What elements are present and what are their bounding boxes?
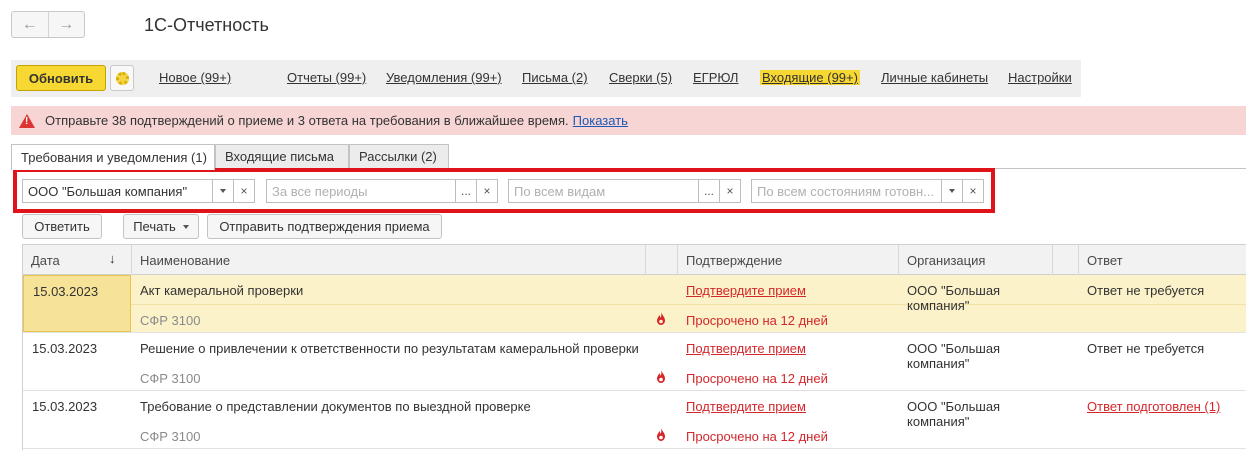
reply-button[interactable]: Ответить	[22, 214, 102, 239]
link-egrul[interactable]: ЕГРЮЛ	[693, 70, 738, 85]
fire-icon	[657, 428, 665, 441]
column-confirmation[interactable]: Подтверждение	[678, 245, 899, 275]
row-answer: Ответ не требуется	[1087, 341, 1205, 356]
column-extra	[1053, 245, 1079, 275]
overdue-status: Просрочено на 12 дней	[686, 313, 828, 328]
column-organization[interactable]: Организация	[899, 245, 1053, 275]
column-answer[interactable]: Ответ	[1079, 245, 1246, 275]
row-name: Решение о привлечении к ответственности …	[140, 341, 639, 356]
confirm-receipt-link[interactable]: Подтвердите прием	[686, 283, 806, 298]
link-settings[interactable]: Настройки	[1008, 70, 1072, 85]
state-dropdown-button[interactable]	[941, 179, 963, 203]
arrow-right-icon: →	[58, 15, 75, 33]
column-name[interactable]: Наименование	[132, 245, 646, 275]
row-sender: СФР 3100	[140, 429, 201, 444]
row-name: Требование о представлении документов по…	[140, 399, 531, 414]
close-icon: ×	[969, 184, 977, 198]
warning-icon	[19, 113, 35, 128]
close-icon: ×	[483, 184, 491, 198]
settings-button[interactable]	[110, 65, 134, 91]
overdue-status: Просрочено на 12 дней	[686, 371, 828, 386]
column-date[interactable]: Дата ↓	[23, 245, 132, 275]
link-reconciliations[interactable]: Сверки (5)	[609, 70, 672, 85]
gear-icon	[115, 71, 129, 85]
tab-requirements[interactable]: Требования и уведомления (1)	[11, 144, 215, 170]
organization-dropdown-button[interactable]	[212, 179, 234, 203]
table-row[interactable]: 15.03.2023 Решение о привлечении к ответ…	[23, 333, 1246, 391]
row-date: 15.03.2023	[23, 275, 131, 332]
requirements-table: Дата ↓ Наименование Подтверждение Органи…	[22, 244, 1246, 450]
print-button[interactable]: Печать	[123, 214, 199, 239]
link-letters[interactable]: Письма (2)	[522, 70, 588, 85]
table-row[interactable]: 15.03.2023 Требование о представлении до…	[23, 391, 1246, 449]
state-clear-button[interactable]: ×	[962, 179, 984, 203]
row-sender: СФР 3100	[140, 371, 201, 386]
tab-mailings[interactable]: Рассылки (2)	[349, 144, 449, 168]
row-organization: ООО "Большая компания"	[907, 399, 1001, 429]
update-button[interactable]: Обновить	[16, 65, 106, 91]
row-name: Акт камеральной проверки	[140, 283, 304, 298]
column-date-label: Дата	[31, 252, 60, 268]
table-row[interactable]: 15.03.2023 Акт камеральной проверки СФР …	[23, 275, 1246, 333]
fire-icon	[657, 370, 665, 383]
period-select-button[interactable]: ...	[455, 179, 477, 203]
type-clear-button[interactable]: ×	[719, 179, 741, 203]
fire-icon	[657, 312, 665, 325]
overdue-status: Просрочено на 12 дней	[686, 429, 828, 444]
back-button[interactable]: ←	[12, 12, 48, 37]
row-organization: ООО "Большая компания"	[907, 341, 1001, 371]
chevron-down-icon	[949, 189, 955, 193]
chevron-down-icon	[220, 189, 226, 193]
row-date: 15.03.2023	[32, 399, 98, 414]
row-date: 15.03.2023	[32, 341, 98, 356]
state-field[interactable]: По всем состояниям готовн...	[751, 179, 942, 203]
close-icon: ×	[240, 184, 248, 198]
arrow-left-icon: ←	[21, 15, 38, 33]
type-select-button[interactable]: ...	[698, 179, 720, 203]
link-notifications[interactable]: Уведомления (99+)	[386, 70, 502, 85]
forward-button[interactable]: →	[47, 12, 85, 37]
history-nav: ← →	[11, 11, 85, 38]
ellipsis-icon: ...	[703, 184, 714, 198]
link-reports[interactable]: Отчеты (99+)	[287, 70, 366, 85]
confirm-receipt-link[interactable]: Подтвердите прием	[686, 399, 806, 414]
tab-incoming-letters[interactable]: Входящие письма	[215, 144, 349, 168]
confirm-receipt-link[interactable]: Подтвердите прием	[686, 341, 806, 356]
chevron-down-icon	[182, 224, 189, 229]
ellipsis-icon: ...	[460, 184, 471, 198]
close-icon: ×	[726, 184, 734, 198]
column-flag	[646, 245, 678, 275]
row-answer: Ответ не требуется	[1087, 283, 1205, 298]
print-button-label: Печать	[133, 219, 176, 234]
organization-field[interactable]: ООО "Большая компания"	[22, 179, 213, 203]
warning-text: Отправьте 38 подтверждений о приеме и 3 …	[45, 113, 569, 128]
row-sender: СФР 3100	[140, 313, 201, 328]
warning-banner: Отправьте 38 подтверждений о приеме и 3 …	[11, 106, 1246, 135]
page-title: 1С-Отчетность	[144, 15, 269, 35]
send-confirmations-button[interactable]: Отправить подтверждения приема	[207, 214, 442, 239]
sort-descending-icon: ↓	[109, 251, 116, 266]
answer-prepared-link[interactable]: Ответ подготовлен (1)	[1087, 399, 1220, 414]
show-link[interactable]: Показать	[573, 113, 628, 128]
row-organization: ООО "Большая компания"	[907, 283, 1001, 313]
organization-clear-button[interactable]: ×	[233, 179, 255, 203]
type-field[interactable]: По всем видам	[508, 179, 700, 203]
period-field[interactable]: За все периоды	[266, 179, 457, 203]
link-personal-accounts[interactable]: Личные кабинеты	[881, 70, 988, 85]
period-clear-button[interactable]: ×	[476, 179, 498, 203]
row-divider	[131, 304, 1246, 305]
table-header: Дата ↓ Наименование Подтверждение Органи…	[23, 245, 1246, 275]
link-incoming[interactable]: Входящие (99+)	[760, 70, 860, 85]
link-new[interactable]: Новое (99+)	[159, 70, 231, 85]
